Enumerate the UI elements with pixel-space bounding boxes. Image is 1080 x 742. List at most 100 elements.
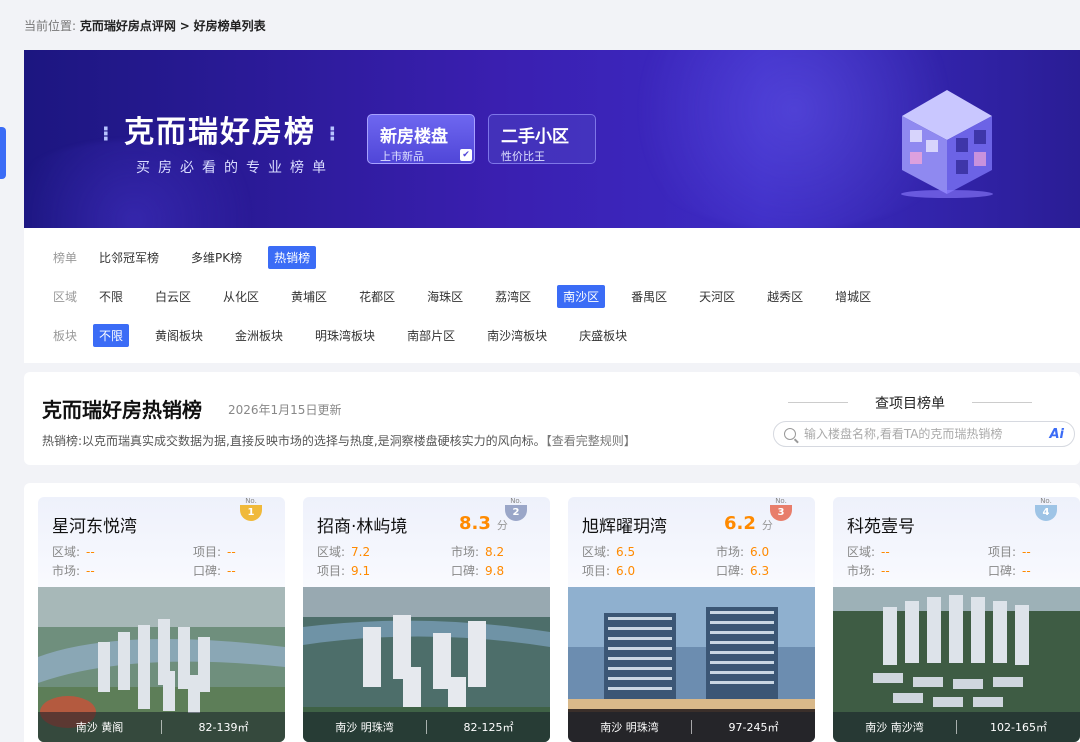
rank-number: 1: [240, 505, 262, 521]
rank-medal-icon: No. 3: [769, 497, 793, 525]
project-name[interactable]: 科苑壹号: [847, 512, 915, 537]
score-item-value: --: [86, 564, 95, 578]
search-icon: [784, 428, 796, 440]
score-item-value: --: [227, 545, 236, 559]
project-image[interactable]: 南沙 南沙湾 102-165㎡: [833, 587, 1080, 742]
new-homes-button[interactable]: 新房楼盘 上市新品 ✔: [367, 114, 475, 164]
score-item-value: 9.1: [351, 564, 371, 578]
score-item-label: 口碑:: [193, 564, 222, 578]
side-float-tab[interactable]: [0, 127, 6, 179]
ai-icon[interactable]: Ai: [1049, 427, 1064, 442]
score-item: 项目: 6.0: [582, 562, 635, 579]
banner-title-text: 克而瑞好房榜: [124, 115, 317, 150]
score-item-label: 项目:: [988, 545, 1017, 559]
filter-region-option[interactable]: 黄埔区: [285, 285, 333, 308]
project-image[interactable]: 南沙 明珠湾 97-245㎡: [568, 587, 815, 742]
score-item-label: 口碑:: [988, 564, 1017, 578]
score-item: 区域: --: [847, 543, 890, 560]
project-area: 南沙 黄阁: [75, 721, 124, 734]
filter-block-option[interactable]: 明珠湾板块: [309, 324, 381, 347]
rank-medal-icon: No. 2: [504, 497, 528, 525]
project-image[interactable]: 南沙 明珠湾 82-125㎡: [303, 587, 550, 742]
project-card[interactable]: 招商·林屿境 8.3 分 No. 2 区域: 7.2 市场: 8.2 项目: 9.1 口…: [303, 497, 550, 742]
score-item-label: 口碑:: [451, 564, 480, 578]
banner-dots-right: ⁝: [328, 121, 339, 146]
score-item-label: 市场:: [52, 564, 81, 578]
filter-list-option[interactable]: 比邻冠军榜: [93, 246, 165, 269]
filter-block-option-selected[interactable]: 不限: [93, 323, 130, 347]
project-name[interactable]: 招商·林屿境: [317, 512, 407, 537]
rank-no-label: No.: [245, 497, 257, 505]
filter-block-option[interactable]: 庆盛板块: [573, 324, 633, 347]
project-size: 102-165㎡: [990, 721, 1047, 734]
score-item-value: --: [86, 545, 95, 559]
score-item: 项目: --: [193, 543, 236, 560]
breadcrumb: 当前位置: 克而瑞好房点评网 > 好房榜单列表: [24, 17, 266, 34]
filter-region-option[interactable]: 花都区: [353, 285, 401, 308]
score-item: 区域: --: [52, 543, 95, 560]
score-item-label: 口碑:: [716, 564, 745, 578]
filter-list-option-selected[interactable]: 热销榜: [268, 245, 317, 269]
filter-block-option[interactable]: 金洲板块: [229, 324, 289, 347]
ranking-description: 热销榜:以克而瑞真实成交数据为据,直接反映市场的选择与热度,是洞察楼盘硬核实力的…: [42, 432, 636, 449]
score-item-value: --: [1022, 564, 1031, 578]
filter-row-region: 区域 不限 白云区 从化区 黄埔区 花都区 海珠区 荔湾区 南沙区 番禺区 天河…: [53, 284, 897, 308]
score-item: 口碑: 9.8: [451, 562, 504, 579]
filter-region-option[interactable]: 番禺区: [625, 285, 673, 308]
project-card[interactable]: 旭辉曜玥湾 6.2 分 No. 3 区域: 6.5 市场: 6.0 项目: 6.0 口碑…: [568, 497, 815, 742]
score-item-value: --: [881, 564, 890, 578]
score-value: 8.3: [459, 513, 491, 534]
filter-region-option[interactable]: 天河区: [693, 285, 741, 308]
project-name[interactable]: 旭辉曜玥湾: [582, 512, 667, 537]
rules-link[interactable]: 【查看完整规则】: [546, 434, 636, 448]
filter-region-option[interactable]: 荔湾区: [489, 285, 537, 308]
project-size: 82-139㎡: [198, 721, 249, 734]
score-item: 市场: 6.0: [716, 543, 769, 560]
filter-region-option[interactable]: 不限: [93, 285, 129, 308]
score-item-value: 9.8: [485, 564, 505, 578]
project-card[interactable]: 科苑壹号 No. 4 区域: -- 项目: -- 市场: -- 口碑: -- 南沙 南沙…: [833, 497, 1080, 742]
score-item: 口碑: --: [193, 562, 236, 579]
filter-region-option[interactable]: 增城区: [829, 285, 877, 308]
score-item: 项目: --: [988, 543, 1031, 560]
rank-no-label: No.: [1040, 497, 1052, 505]
score-item-label: 市场:: [451, 545, 480, 559]
project-name[interactable]: 星河东悦湾: [52, 512, 137, 537]
ranking-cards: 星河东悦湾 No. 1 区域: -- 项目: -- 市场: -- 口碑: -- 南沙 黄…: [24, 483, 1080, 742]
filter-region-option[interactable]: 海珠区: [421, 285, 469, 308]
score-item-label: 项目:: [317, 564, 346, 578]
new-homes-title: 新房楼盘: [380, 127, 448, 147]
filter-label-region: 区域: [53, 289, 78, 304]
filter-region-option-selected[interactable]: 南沙区: [557, 284, 606, 308]
score-item-label: 项目:: [193, 545, 222, 559]
score-item-label: 区域:: [847, 545, 876, 559]
project-area: 南沙 南沙湾: [865, 721, 924, 734]
project-area: 南沙 明珠湾: [600, 721, 659, 734]
project-image[interactable]: 南沙 黄阁 82-139㎡: [38, 587, 285, 742]
filter-label-block: 板块: [53, 328, 78, 343]
filter-region-option[interactable]: 越秀区: [761, 285, 809, 308]
rank-no-label: No.: [775, 497, 787, 505]
score-item-label: 区域:: [582, 545, 611, 559]
project-search[interactable]: Ai: [773, 421, 1075, 447]
filter-block-option[interactable]: 南部片区: [401, 324, 461, 347]
filter-block-option[interactable]: 南沙湾板块: [481, 324, 553, 347]
score-item-label: 市场:: [716, 545, 745, 559]
resale-community-button[interactable]: 二手小区 性价比王: [488, 114, 596, 164]
project-area: 南沙 明珠湾: [335, 721, 394, 734]
breadcrumb-site-link[interactable]: 克而瑞好房点评网: [80, 19, 176, 33]
score-item: 市场: --: [52, 562, 95, 579]
filter-region-option[interactable]: 白云区: [149, 285, 197, 308]
project-score: 8.3 分: [459, 513, 508, 534]
resale-sub: 性价比王: [501, 150, 545, 163]
project-caption: 南沙 南沙湾 102-165㎡: [833, 712, 1080, 742]
ranking-header: 克而瑞好房热销榜 2026年1月15日更新 热销榜:以克而瑞真实成交数据为据,直…: [24, 372, 1080, 465]
filter-region-option[interactable]: 从化区: [217, 285, 265, 308]
ranking-description-text: 热销榜:以克而瑞真实成交数据为据,直接反映市场的选择与热度,是洞察楼盘硬核实力的…: [42, 434, 546, 448]
score-item: 市场: 8.2: [451, 543, 504, 560]
filter-label-list: 榜单: [53, 250, 78, 265]
project-card[interactable]: 星河东悦湾 No. 1 区域: -- 项目: -- 市场: -- 口碑: -- 南沙 黄…: [38, 497, 285, 742]
filter-list-option[interactable]: 多维PK榜: [185, 246, 248, 269]
filter-block-option[interactable]: 黄阁板块: [149, 324, 209, 347]
search-input[interactable]: [804, 427, 1050, 441]
